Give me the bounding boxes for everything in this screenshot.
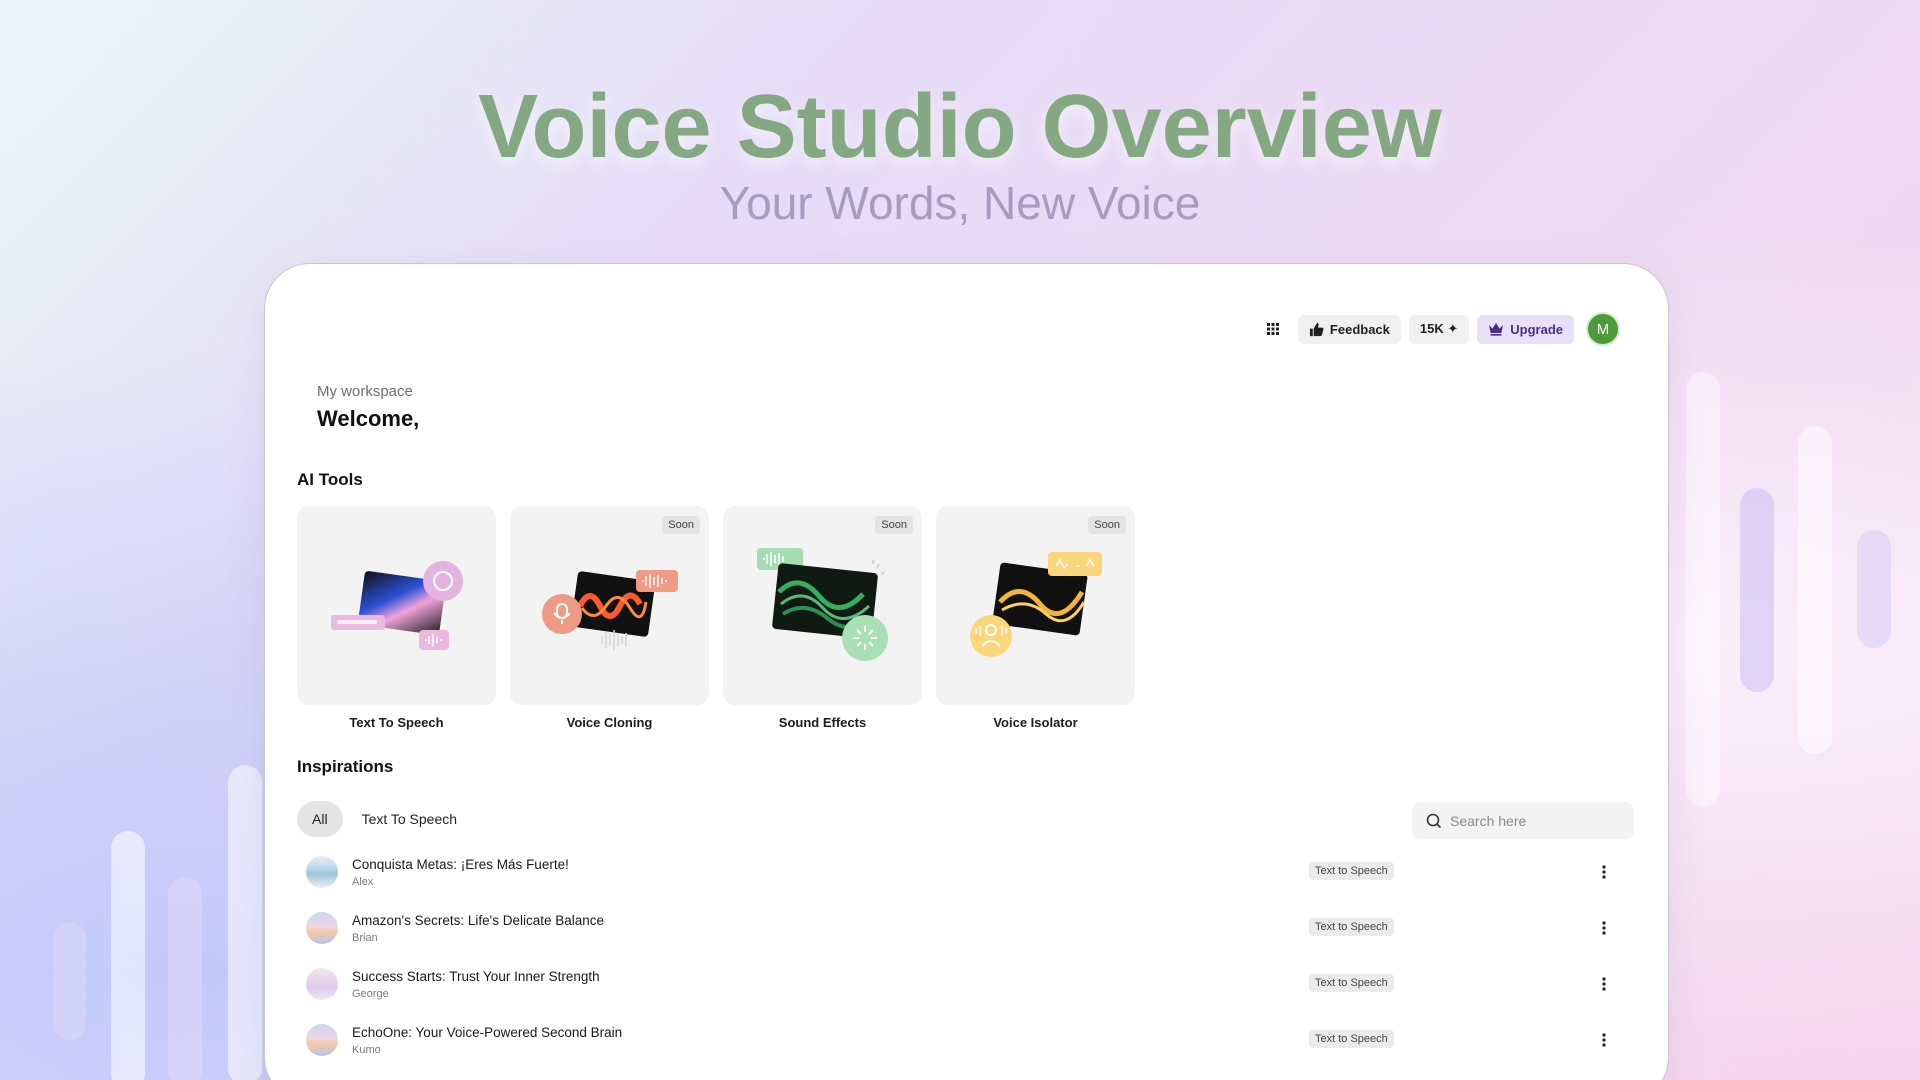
feedback-label: Feedback <box>1329 321 1390 337</box>
list-item-title: EchoOne: Your Voice-Powered Second Brain <box>352 1024 623 1040</box>
voice-avatar <box>306 856 338 888</box>
welcome-heading: Welcome, <box>317 406 420 431</box>
voice-isolator-illustration <box>970 552 1102 657</box>
list-item-author: Kumo <box>352 1043 381 1056</box>
credits-label: 15K ✦ <box>1419 321 1459 336</box>
list-item-title: Amazon's Secrets: Life's Delicate Balanc… <box>352 912 605 928</box>
decorative-bar <box>111 831 145 1080</box>
crown-icon <box>1489 323 1504 336</box>
tool-label: Voice Isolator <box>993 715 1078 730</box>
decorative-bar <box>1857 530 1891 648</box>
list-item-author: George <box>352 987 389 1000</box>
tool-sound-effects[interactable]: Soon Sound Effects <box>723 506 922 730</box>
search-icon <box>1426 813 1442 828</box>
inspiration-list: Conquista Metas: ¡Eres Más Fuerte! Alex … <box>297 844 1634 1068</box>
decorative-bar <box>1740 488 1774 692</box>
upgrade-label: Upgrade <box>1510 321 1563 337</box>
category-tag: Text to Speech <box>1309 918 1394 936</box>
list-item[interactable]: EchoOne: Your Voice-Powered Second Brain… <box>297 1012 1634 1068</box>
more-vertical-icon <box>1602 865 1606 879</box>
tool-card[interactable]: Soon <box>723 506 922 705</box>
avatar-initial: M <box>1596 320 1610 338</box>
grid-icon <box>1266 323 1279 335</box>
decorative-bar <box>54 922 86 1040</box>
app-window: Feedback 15K ✦ Upgrade M My workspace We… <box>264 263 1669 1080</box>
hero-title: Voice Studio Overview <box>478 77 1442 177</box>
decorative-bar <box>228 765 262 1080</box>
ai-tools-title: AI Tools <box>297 470 363 489</box>
ai-tools-grid: Text To Speech Soon Voice Cloning Soon S… <box>297 506 1135 730</box>
upgrade-button[interactable]: Upgrade <box>1477 314 1574 344</box>
category-tag: Text to Speech <box>1309 1030 1394 1048</box>
more-vertical-icon <box>1602 921 1606 935</box>
tab-all[interactable]: All <box>297 801 343 837</box>
category-tag: Text to Speech <box>1309 862 1394 880</box>
search-placeholder: Search here <box>1450 812 1527 829</box>
list-item-text: EchoOne: Your Voice-Powered Second Brain… <box>352 1025 622 1056</box>
tab-text-to-speech[interactable]: Text To Speech <box>347 801 472 837</box>
workspace-label: My workspace <box>317 383 413 400</box>
list-item[interactable]: Amazon's Secrets: Life's Delicate Balanc… <box>297 900 1634 956</box>
more-options-button[interactable] <box>1594 916 1614 940</box>
tool-card[interactable]: Soon <box>936 506 1135 705</box>
tool-voice-isolator[interactable]: Soon Voice Isolator <box>936 506 1135 730</box>
more-vertical-icon <box>1602 977 1606 991</box>
feedback-button[interactable]: Feedback <box>1297 314 1401 344</box>
more-vertical-icon <box>1602 1033 1606 1047</box>
text-to-speech-illustration <box>331 561 463 650</box>
tool-label: Sound Effects <box>778 715 867 730</box>
apps-button[interactable] <box>1256 314 1290 344</box>
list-item-author: Alex <box>352 875 374 888</box>
tool-voice-cloning[interactable]: Soon Voice Cloning <box>510 506 709 730</box>
tool-label: Voice Cloning <box>566 715 653 730</box>
user-avatar[interactable]: M <box>1588 314 1618 344</box>
tool-card[interactable]: Soon <box>510 506 709 705</box>
list-item-text: Success Starts: Trust Your Inner Strengt… <box>352 969 600 1000</box>
voice-avatar <box>306 912 338 944</box>
tool-label: Text To Speech <box>349 715 444 730</box>
more-options-button[interactable] <box>1594 972 1614 996</box>
tool-text-to-speech[interactable]: Text To Speech <box>297 506 496 730</box>
voice-cloning-illustration <box>542 570 678 650</box>
decorative-bar <box>1798 426 1832 754</box>
voice-avatar <box>306 1024 338 1056</box>
list-item[interactable]: Conquista Metas: ¡Eres Más Fuerte! Alex … <box>297 844 1634 900</box>
list-item-title: Conquista Metas: ¡Eres Más Fuerte! <box>352 856 569 872</box>
list-item-title: Success Starts: Trust Your Inner Strengt… <box>352 968 600 984</box>
tool-card[interactable] <box>297 506 496 705</box>
voice-avatar <box>306 968 338 1000</box>
more-options-button[interactable] <box>1594 860 1614 884</box>
top-toolbar: Feedback 15K ✦ Upgrade M <box>1256 314 1618 344</box>
credits-badge[interactable]: 15K ✦ <box>1408 314 1470 344</box>
search-input[interactable]: Search here <box>1412 802 1634 839</box>
more-options-button[interactable] <box>1594 1028 1614 1052</box>
list-item-text: Amazon's Secrets: Life's Delicate Balanc… <box>352 913 604 944</box>
decorative-bar <box>168 877 202 1080</box>
inspirations-title: Inspirations <box>297 757 394 776</box>
category-tag: Text to Speech <box>1309 974 1394 992</box>
hero-subtitle: Your Words, New Voice <box>719 177 1201 229</box>
list-item-text: Conquista Metas: ¡Eres Más Fuerte! Alex <box>352 857 569 888</box>
thumbs-up-icon <box>1309 322 1324 336</box>
list-item[interactable]: Success Starts: Trust Your Inner Strengt… <box>297 956 1634 1012</box>
sound-effects-illustration <box>757 548 888 661</box>
decorative-bar <box>1686 372 1720 806</box>
inspiration-tabs: All Text To Speech <box>297 801 472 837</box>
list-item-author: Brian <box>352 931 378 944</box>
